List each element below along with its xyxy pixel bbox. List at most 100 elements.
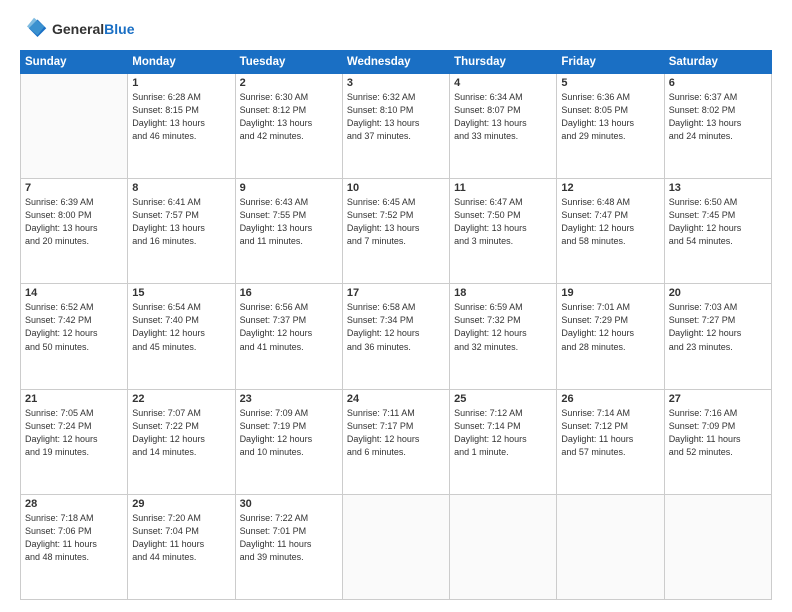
day-number: 20 bbox=[669, 287, 767, 299]
calendar-cell: 15 Sunrise: 6:54 AMSunset: 7:40 PMDayligh… bbox=[128, 284, 235, 389]
day-header-tuesday: Tuesday bbox=[235, 51, 342, 74]
day-info: Sunrise: 6:37 AMSunset: 8:02 PMDaylight:… bbox=[669, 91, 767, 143]
calendar-cell bbox=[664, 494, 771, 599]
calendar-cell: 1 Sunrise: 6:28 AMSunset: 8:15 PMDaylight… bbox=[128, 74, 235, 179]
day-info: Sunrise: 6:43 AMSunset: 7:55 PMDaylight:… bbox=[240, 196, 338, 248]
day-info: Sunrise: 6:58 AMSunset: 7:34 PMDaylight:… bbox=[347, 301, 445, 353]
day-info: Sunrise: 7:07 AMSunset: 7:22 PMDaylight:… bbox=[132, 407, 230, 459]
day-number: 3 bbox=[347, 77, 445, 89]
calendar-cell bbox=[450, 494, 557, 599]
day-number: 14 bbox=[25, 287, 123, 299]
day-header-friday: Friday bbox=[557, 51, 664, 74]
calendar-cell: 4 Sunrise: 6:34 AMSunset: 8:07 PMDaylight… bbox=[450, 74, 557, 179]
day-info: Sunrise: 7:09 AMSunset: 7:19 PMDaylight:… bbox=[240, 407, 338, 459]
header: GeneralBlue bbox=[20, 16, 772, 44]
calendar-cell: 26Sunrise: 7:14 AMSunset: 7:12 PMDayligh… bbox=[557, 389, 664, 494]
calendar-cell: 22 Sunrise: 7:07 AMSunset: 7:22 PMDayligh… bbox=[128, 389, 235, 494]
day-info: Sunrise: 6:56 AMSunset: 7:37 PMDaylight:… bbox=[240, 301, 338, 353]
logo-icon bbox=[20, 16, 48, 44]
day-info: Sunrise: 6:59 AMSunset: 7:32 PMDaylight:… bbox=[454, 301, 552, 353]
calendar-cell: 29 Sunrise: 7:20 AMSunset: 7:04 PMDayligh… bbox=[128, 494, 235, 599]
day-number: 2 bbox=[240, 77, 338, 89]
day-info: Sunrise: 7:12 AMSunset: 7:14 PMDaylight:… bbox=[454, 407, 552, 459]
day-info: Sunrise: 6:47 AMSunset: 7:50 PMDaylight:… bbox=[454, 196, 552, 248]
calendar-cell: 23 Sunrise: 7:09 AMSunset: 7:19 PMDayligh… bbox=[235, 389, 342, 494]
calendar-table: SundayMondayTuesdayWednesdayThursdayFrid… bbox=[20, 50, 772, 600]
day-info: Sunrise: 6:30 AMSunset: 8:12 PMDaylight:… bbox=[240, 91, 338, 143]
day-number: 9 bbox=[240, 182, 338, 194]
calendar-cell: 17 Sunrise: 6:58 AMSunset: 7:34 PMDayligh… bbox=[342, 284, 449, 389]
day-number: 25 bbox=[454, 393, 552, 405]
day-info: Sunrise: 6:28 AMSunset: 8:15 PMDaylight:… bbox=[132, 91, 230, 143]
day-number: 30 bbox=[240, 498, 338, 510]
calendar-cell: 19Sunrise: 7:01 AMSunset: 7:29 PMDayligh… bbox=[557, 284, 664, 389]
day-number: 5 bbox=[561, 77, 659, 89]
calendar-cell: 8Sunrise: 6:41 AMSunset: 7:57 PMDaylight… bbox=[128, 179, 235, 284]
day-number: 27 bbox=[669, 393, 767, 405]
day-info: Sunrise: 7:16 AMSunset: 7:09 PMDaylight:… bbox=[669, 407, 767, 459]
day-number: 13 bbox=[669, 182, 767, 194]
day-number: 24 bbox=[347, 393, 445, 405]
calendar-cell: 6Sunrise: 6:37 AMSunset: 8:02 PMDaylight… bbox=[664, 74, 771, 179]
day-header-saturday: Saturday bbox=[664, 51, 771, 74]
day-info: Sunrise: 6:48 AMSunset: 7:47 PMDaylight:… bbox=[561, 196, 659, 248]
calendar-cell: 28 Sunrise: 7:18 AMSunset: 7:06 PMDayligh… bbox=[21, 494, 128, 599]
day-header-wednesday: Wednesday bbox=[342, 51, 449, 74]
day-header-thursday: Thursday bbox=[450, 51, 557, 74]
calendar-cell: 16Sunrise: 6:56 AMSunset: 7:37 PMDayligh… bbox=[235, 284, 342, 389]
calendar-cell: 13 Sunrise: 6:50 AMSunset: 7:45 PMDayligh… bbox=[664, 179, 771, 284]
day-number: 8 bbox=[132, 182, 230, 194]
day-info: Sunrise: 7:18 AMSunset: 7:06 PMDaylight:… bbox=[25, 512, 123, 564]
calendar-cell: 20Sunrise: 7:03 AMSunset: 7:27 PMDayligh… bbox=[664, 284, 771, 389]
calendar-cell: 9 Sunrise: 6:43 AMSunset: 7:55 PMDaylight… bbox=[235, 179, 342, 284]
day-number: 29 bbox=[132, 498, 230, 510]
calendar-cell bbox=[342, 494, 449, 599]
day-info: Sunrise: 6:54 AMSunset: 7:40 PMDaylight:… bbox=[132, 301, 230, 353]
day-number: 10 bbox=[347, 182, 445, 194]
calendar-cell bbox=[557, 494, 664, 599]
calendar-header-row: SundayMondayTuesdayWednesdayThursdayFrid… bbox=[21, 51, 772, 74]
calendar-week-3: 14 Sunrise: 6:52 AMSunset: 7:42 PMDayligh… bbox=[21, 284, 772, 389]
calendar-week-5: 28 Sunrise: 7:18 AMSunset: 7:06 PMDayligh… bbox=[21, 494, 772, 599]
calendar-cell: 30Sunrise: 7:22 AMSunset: 7:01 PMDayligh… bbox=[235, 494, 342, 599]
day-number: 22 bbox=[132, 393, 230, 405]
day-number: 18 bbox=[454, 287, 552, 299]
day-number: 23 bbox=[240, 393, 338, 405]
calendar-cell: 11 Sunrise: 6:47 AMSunset: 7:50 PMDayligh… bbox=[450, 179, 557, 284]
calendar-cell: 7 Sunrise: 6:39 AMSunset: 8:00 PMDaylight… bbox=[21, 179, 128, 284]
calendar-week-1: 1 Sunrise: 6:28 AMSunset: 8:15 PMDaylight… bbox=[21, 74, 772, 179]
calendar-cell: 10 Sunrise: 6:45 AMSunset: 7:52 PMDayligh… bbox=[342, 179, 449, 284]
calendar-cell: 12 Sunrise: 6:48 AMSunset: 7:47 PMDayligh… bbox=[557, 179, 664, 284]
day-number: 7 bbox=[25, 182, 123, 194]
day-number: 4 bbox=[454, 77, 552, 89]
calendar-cell: 21Sunrise: 7:05 AMSunset: 7:24 PMDayligh… bbox=[21, 389, 128, 494]
day-info: Sunrise: 7:20 AMSunset: 7:04 PMDaylight:… bbox=[132, 512, 230, 564]
calendar-cell: 14 Sunrise: 6:52 AMSunset: 7:42 PMDayligh… bbox=[21, 284, 128, 389]
day-info: Sunrise: 6:36 AMSunset: 8:05 PMDaylight:… bbox=[561, 91, 659, 143]
calendar-cell: 27 Sunrise: 7:16 AMSunset: 7:09 PMDayligh… bbox=[664, 389, 771, 494]
logo-text: GeneralBlue bbox=[52, 22, 134, 37]
day-info: Sunrise: 6:45 AMSunset: 7:52 PMDaylight:… bbox=[347, 196, 445, 248]
day-number: 12 bbox=[561, 182, 659, 194]
day-info: Sunrise: 6:50 AMSunset: 7:45 PMDaylight:… bbox=[669, 196, 767, 248]
day-number: 1 bbox=[132, 77, 230, 89]
day-info: Sunrise: 6:34 AMSunset: 8:07 PMDaylight:… bbox=[454, 91, 552, 143]
calendar-cell bbox=[21, 74, 128, 179]
day-number: 15 bbox=[132, 287, 230, 299]
day-info: Sunrise: 7:01 AMSunset: 7:29 PMDaylight:… bbox=[561, 301, 659, 353]
calendar-cell: 2 Sunrise: 6:30 AMSunset: 8:12 PMDaylight… bbox=[235, 74, 342, 179]
day-info: Sunrise: 7:14 AMSunset: 7:12 PMDaylight:… bbox=[561, 407, 659, 459]
day-number: 28 bbox=[25, 498, 123, 510]
calendar-week-2: 7 Sunrise: 6:39 AMSunset: 8:00 PMDaylight… bbox=[21, 179, 772, 284]
day-info: Sunrise: 6:52 AMSunset: 7:42 PMDaylight:… bbox=[25, 301, 123, 353]
day-number: 17 bbox=[347, 287, 445, 299]
calendar-cell: 18 Sunrise: 6:59 AMSunset: 7:32 PMDayligh… bbox=[450, 284, 557, 389]
day-number: 21 bbox=[25, 393, 123, 405]
logo: GeneralBlue bbox=[20, 16, 134, 44]
calendar-cell: 25 Sunrise: 7:12 AMSunset: 7:14 PMDayligh… bbox=[450, 389, 557, 494]
day-info: Sunrise: 6:32 AMSunset: 8:10 PMDaylight:… bbox=[347, 91, 445, 143]
day-info: Sunrise: 6:39 AMSunset: 8:00 PMDaylight:… bbox=[25, 196, 123, 248]
calendar-cell: 5 Sunrise: 6:36 AMSunset: 8:05 PMDaylight… bbox=[557, 74, 664, 179]
day-header-sunday: Sunday bbox=[21, 51, 128, 74]
day-number: 11 bbox=[454, 182, 552, 194]
